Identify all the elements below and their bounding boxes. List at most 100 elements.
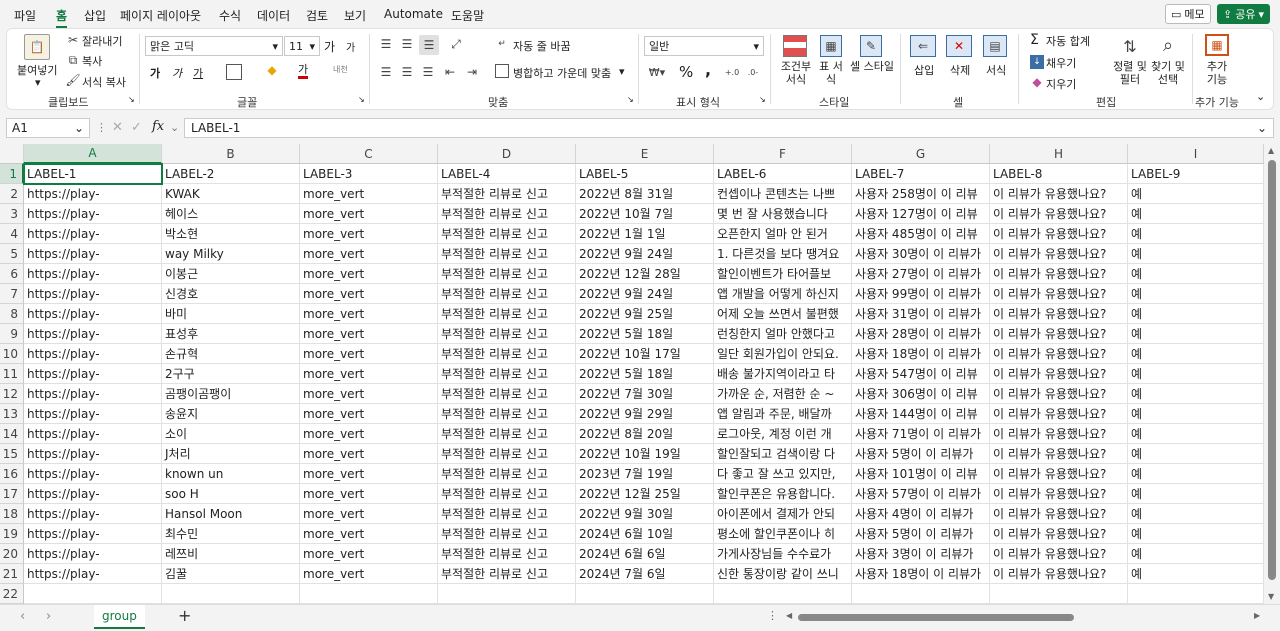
table-cell[interactable]: 예	[1128, 244, 1264, 264]
fill-down-icon[interactable]: ↓	[1030, 55, 1044, 69]
row-header[interactable]: 13	[0, 404, 24, 424]
table-cell[interactable]	[714, 584, 852, 604]
table-cell[interactable]: 가게사장님들 수수료가	[714, 544, 852, 564]
grow-font-icon[interactable]: 가	[324, 38, 335, 55]
table-cell[interactable]: more_vert	[300, 504, 438, 524]
align-right-icon[interactable]: ☰	[420, 64, 436, 80]
chevron-down-icon[interactable]: ⌄	[170, 121, 179, 134]
align-top-icon[interactable]: ☰	[378, 36, 394, 52]
table-cell[interactable]	[300, 584, 438, 604]
more-icon[interactable]: ⋮	[767, 609, 778, 622]
increase-indent-icon[interactable]: ⇥	[464, 64, 480, 80]
row-header[interactable]: 2	[0, 184, 24, 204]
table-cell[interactable]: 이 리뷰가 유용했나요?	[990, 184, 1128, 204]
table-cell[interactable]: 부적절한 리뷰로 신고	[438, 284, 576, 304]
table-cell[interactable]: more_vert	[300, 564, 438, 584]
table-cell[interactable]: 예	[1128, 304, 1264, 324]
table-cell[interactable]: 로그아웃, 계정 이런 개	[714, 424, 852, 444]
table-cell[interactable]: 부적절한 리뷰로 신고	[438, 484, 576, 504]
header-cell[interactable]: LABEL-1	[23, 163, 163, 185]
table-cell[interactable]: 이 리뷰가 유용했나요?	[990, 384, 1128, 404]
table-cell[interactable]: more_vert	[300, 484, 438, 504]
table-cell[interactable]: https://play-	[24, 204, 162, 224]
table-cell[interactable]: 2022년 1월 1일	[576, 224, 714, 244]
table-cell[interactable]: 사용자 27명이 이 리뷰가	[852, 264, 990, 284]
table-cell[interactable]: 이 리뷰가 유용했나요?	[990, 264, 1128, 284]
column-header[interactable]: H	[990, 144, 1128, 164]
format-painter-button[interactable]: 서식 복사	[82, 74, 126, 90]
table-cell[interactable]: https://play-	[24, 464, 162, 484]
column-header[interactable]: I	[1128, 144, 1264, 164]
table-cell[interactable]: 2024년 6월 6일	[576, 544, 714, 564]
table-cell[interactable]: 2022년 5월 18일	[576, 364, 714, 384]
table-cell[interactable]: 2022년 8월 20일	[576, 424, 714, 444]
table-cell[interactable]: 김꿀	[162, 564, 300, 584]
table-cell[interactable]: 사용자 18명이 이 리뷰가	[852, 564, 990, 584]
insert-cells-button[interactable]: 삽입	[914, 62, 934, 78]
table-cell[interactable]: 2022년 9월 30일	[576, 504, 714, 524]
header-cell[interactable]: LABEL-5	[576, 164, 714, 184]
sort-filter-icon[interactable]: ⇅	[1118, 35, 1142, 57]
table-cell[interactable]: https://play-	[24, 524, 162, 544]
table-cell[interactable]: 예	[1128, 564, 1264, 584]
table-cell[interactable]: https://play-	[24, 484, 162, 504]
menu-automate[interactable]: Automate	[384, 7, 443, 21]
table-cell[interactable]: https://play-	[24, 564, 162, 584]
table-cell[interactable]: 2022년 7월 30일	[576, 384, 714, 404]
table-cell[interactable]: 사용자 71명이 이 리뷰가	[852, 424, 990, 444]
table-cell[interactable]: 사용자 5명이 이 리뷰가	[852, 524, 990, 544]
table-cell[interactable]: 예	[1128, 544, 1264, 564]
table-cell[interactable]: 부적절한 리뷰로 신고	[438, 464, 576, 484]
column-header[interactable]: F	[714, 144, 852, 164]
table-cell[interactable]: way Milky	[162, 244, 300, 264]
table-cell[interactable]: 사용자 31명이 이 리뷰가	[852, 304, 990, 324]
align-middle-icon[interactable]: ☰	[399, 36, 415, 52]
table-cell[interactable]: more_vert	[300, 404, 438, 424]
table-cell[interactable]: 이 리뷰가 유용했나요?	[990, 444, 1128, 464]
table-cell[interactable]: 어제 오늘 쓰면서 불편했	[714, 304, 852, 324]
header-cell[interactable]: LABEL-4	[438, 164, 576, 184]
table-cell[interactable]: https://play-	[24, 324, 162, 344]
table-cell[interactable]: 배송 불가지역이라고 타	[714, 364, 852, 384]
row-header[interactable]: 16	[0, 464, 24, 484]
table-cell[interactable]: 부적절한 리뷰로 신고	[438, 444, 576, 464]
select-all-corner[interactable]	[0, 144, 24, 164]
table-cell[interactable]: 예	[1128, 364, 1264, 384]
scroll-right-icon[interactable]: ▶	[1254, 611, 1260, 620]
table-cell[interactable]: 이 리뷰가 유용했나요?	[990, 304, 1128, 324]
row-header[interactable]: 21	[0, 564, 24, 584]
scroll-down-icon[interactable]: ▼	[1268, 592, 1274, 601]
table-format-button[interactable]: 표 서식	[815, 60, 847, 86]
table-cell[interactable]: 부적절한 리뷰로 신고	[438, 504, 576, 524]
column-header[interactable]: C	[300, 144, 438, 164]
table-cell[interactable]: 사용자 5명이 이 리뷰가	[852, 444, 990, 464]
row-header[interactable]: 1	[0, 164, 24, 184]
increase-decimal-icon[interactable]: +.0	[724, 64, 740, 80]
insert-cells-icon[interactable]: ⇐	[910, 35, 936, 57]
header-cell[interactable]: LABEL-2	[162, 164, 300, 184]
row-header[interactable]: 22	[0, 584, 24, 604]
row-header[interactable]: 20	[0, 544, 24, 564]
table-cell[interactable]: 이 리뷰가 유용했나요?	[990, 244, 1128, 264]
memo-button[interactable]: ▭ 메모	[1165, 4, 1211, 24]
align-left-icon[interactable]: ☰	[378, 64, 394, 80]
table-cell[interactable]: 예	[1128, 184, 1264, 204]
table-cell[interactable]: 표성후	[162, 324, 300, 344]
formula-input[interactable]: LABEL-1 ⌄	[184, 118, 1274, 138]
table-cell[interactable]: 박소현	[162, 224, 300, 244]
table-cell[interactable]: https://play-	[24, 224, 162, 244]
table-cell[interactable]: 2구구	[162, 364, 300, 384]
conditional-format-button[interactable]: 조건부 서식	[780, 60, 812, 86]
table-cell[interactable]: 사용자 57명이 이 리뷰가	[852, 484, 990, 504]
row-header[interactable]: 11	[0, 364, 24, 384]
table-cell[interactable]: more_vert	[300, 444, 438, 464]
table-cell[interactable]: more_vert	[300, 284, 438, 304]
collapse-ribbon-icon[interactable]: ⌄	[1256, 90, 1265, 103]
sort-filter-button[interactable]: 정렬 및 필터	[1110, 60, 1150, 86]
merge-center-button[interactable]: 병합하고 가운데 맞춤	[513, 65, 611, 81]
table-cell[interactable]: 예	[1128, 204, 1264, 224]
table-cell[interactable]	[1128, 584, 1264, 604]
table-cell[interactable]: 신경호	[162, 284, 300, 304]
align-center-icon[interactable]: ☰	[399, 64, 415, 80]
table-cell[interactable]: soo H	[162, 484, 300, 504]
